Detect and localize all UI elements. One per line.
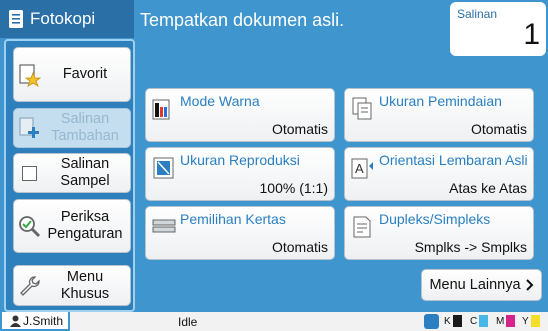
check-settings-button[interactable]: Periksa Pengaturan: [13, 199, 131, 253]
reproduction-size-value: 100% (1:1): [259, 180, 328, 196]
duplex-icon: [353, 216, 371, 238]
copies-value: 1: [523, 18, 540, 51]
chevron-right-icon: [525, 279, 533, 291]
reproduction-size-name: Ukuran Reproduksi: [180, 152, 300, 168]
additional-copy-button[interactable]: Salinan Tambahan: [13, 108, 131, 148]
ink-level-m: M: [496, 315, 516, 327]
original-orientation-button[interactable]: A Orientasi Lembaran Asli Atas ke Atas: [344, 147, 534, 201]
user-name: J.Smith: [23, 313, 64, 328]
document-icon: [9, 10, 23, 28]
color-mode-icon: [152, 99, 170, 120]
machine-status: Idle: [178, 315, 198, 329]
reproduction-size-icon: [153, 157, 174, 179]
duplex-simplex-value: Smplks -> Smplks: [414, 239, 527, 255]
original-orientation-name: Orientasi Lembaran Asli: [379, 152, 528, 168]
more-menu-label: Menu Lainnya: [429, 277, 521, 293]
app-title: Fotokopi: [30, 9, 96, 28]
scan-size-button[interactable]: Ukuran Pemindaian Otomatis: [344, 88, 534, 142]
color-mode-value: Otomatis: [271, 121, 328, 137]
favorites-label: Favorit: [62, 66, 108, 82]
wrench-icon: [20, 275, 40, 296]
scan-size-icon: [352, 97, 372, 120]
ink-level-y: Y: [522, 315, 540, 327]
duplex-simplex-button[interactable]: Dupleks/Simpleks Smplks -> Smplks: [344, 206, 534, 260]
refresh-icon[interactable]: [424, 314, 439, 329]
scan-size-name: Ukuran Pemindaian: [379, 93, 502, 109]
orientation-icon: A: [351, 158, 373, 179]
sidebar: Favorit Salinan Tambahan Salinan Sampel …: [4, 39, 135, 312]
copies-counter[interactable]: Salinan 1: [450, 2, 546, 56]
favorite-doc-icon: [19, 63, 41, 87]
color-mode-button[interactable]: Mode Warna Otomatis: [145, 88, 335, 142]
magnifier-check-icon: [19, 216, 41, 238]
custom-menu-label: Menu Khusus: [60, 268, 110, 302]
checkbox-icon: [21, 165, 37, 181]
color-mode-name: Mode Warna: [180, 93, 260, 109]
user-indicator[interactable]: J.Smith: [0, 312, 70, 331]
copies-label: Salinan: [457, 7, 498, 21]
duplex-simplex-name: Dupleks/Simpleks: [379, 211, 491, 227]
sample-copy-button[interactable]: Salinan Sampel: [13, 153, 131, 193]
custom-menu-button[interactable]: Menu Khusus: [13, 265, 131, 306]
copy-mode-tab[interactable]: Fotokopi: [0, 0, 134, 38]
paper-tray-icon: [152, 219, 176, 233]
check-settings-label: Periksa Pengaturan: [47, 209, 123, 242]
svg-text:A: A: [355, 161, 364, 176]
paper-selection-button[interactable]: Pemilihan Kertas Otomatis: [145, 206, 335, 260]
ink-level-k: K: [444, 315, 462, 327]
user-icon: [10, 315, 21, 327]
scan-size-value: Otomatis: [470, 121, 527, 137]
favorites-button[interactable]: Favorit: [13, 47, 131, 102]
additional-copy-label: Salinan Tambahan: [51, 111, 119, 144]
add-copy-icon: [19, 117, 39, 138]
more-menu-button[interactable]: Menu Lainnya: [421, 269, 542, 301]
status-message: Tempatkan dokumen asli.: [140, 10, 345, 30]
status-bar: J.Smith Idle K C M Y: [0, 312, 548, 331]
ink-level-c: C: [470, 315, 489, 327]
original-orientation-value: Atas ke Atas: [449, 180, 527, 196]
sample-copy-label: Salinan Sampel: [60, 156, 110, 189]
reproduction-size-button[interactable]: Ukuran Reproduksi 100% (1:1): [145, 147, 335, 201]
paper-selection-name: Pemilihan Kertas: [180, 211, 286, 227]
paper-selection-value: Otomatis: [271, 239, 328, 255]
